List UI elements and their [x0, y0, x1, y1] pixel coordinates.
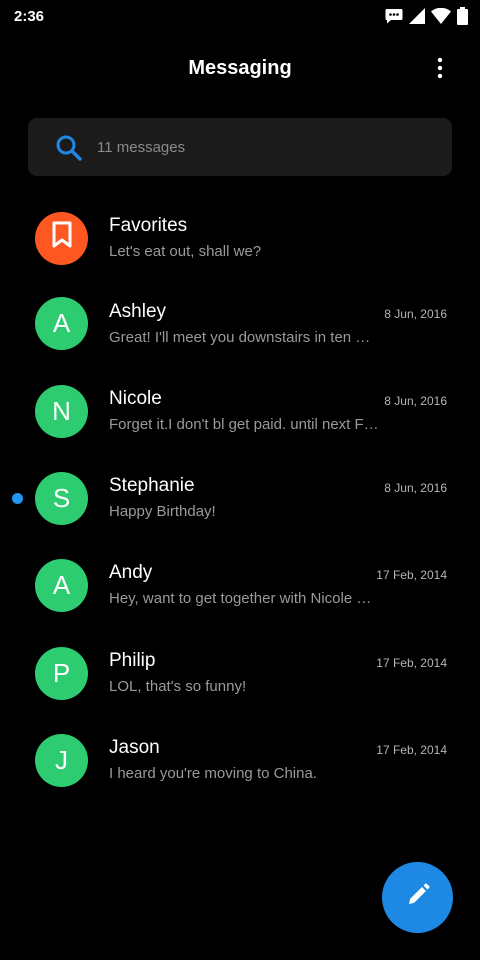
avatar: A: [35, 297, 88, 350]
avatar: S: [35, 472, 88, 525]
conversation-name: Favorites: [109, 215, 188, 236]
conversation-row-nicole[interactable]: N Nicole 8 Jun, 2016 Forget it.I don't b…: [0, 370, 480, 457]
pencil-icon: [405, 882, 431, 913]
compose-button[interactable]: [382, 862, 453, 933]
conversation-date: 8 Jun, 2016: [384, 394, 447, 408]
conversation-name: Andy: [109, 562, 153, 583]
bookmark-icon: [51, 221, 73, 256]
message-notification-icon: [385, 8, 403, 24]
conversation-name: Ashley: [109, 301, 167, 322]
conversation-snippet: Let's eat out, shall we?: [109, 243, 262, 260]
unread-indicator: [12, 493, 23, 504]
conversation-row-stephanie[interactable]: S Stephanie 8 Jun, 2016 Happy Birthday!: [0, 457, 480, 544]
avatar: A: [35, 559, 88, 612]
conversation-date: 8 Jun, 2016: [384, 307, 447, 321]
conversation-row-jason[interactable]: J Jason 17 Feb, 2014 I heard you're movi…: [0, 719, 480, 806]
signal-icon: [409, 8, 425, 24]
avatar: P: [35, 647, 88, 700]
conversation-snippet: Hey, want to get together with Nicole …: [109, 590, 372, 607]
app-bar: Messaging: [0, 44, 480, 94]
status-bar: 2:36: [0, 0, 480, 34]
conversation-snippet: Forget it.I don't bl get paid. until nex…: [109, 416, 379, 433]
more-options-button[interactable]: [428, 56, 452, 82]
status-icons: [385, 7, 468, 25]
conversation-snippet: Happy Birthday!: [109, 503, 216, 520]
conversation-name: Nicole: [109, 388, 162, 409]
conversation-name: Philip: [109, 650, 156, 671]
conversation-date: 8 Jun, 2016: [384, 481, 447, 495]
status-time: 2:36: [14, 8, 45, 25]
conversation-name: Stephanie: [109, 475, 195, 496]
conversation-name: Jason: [109, 737, 160, 758]
conversation-row-andy[interactable]: A Andy 17 Feb, 2014 Hey, want to get tog…: [0, 544, 480, 631]
conversation-row-philip[interactable]: P Philip 17 Feb, 2014 LOL, that's so fun…: [0, 632, 480, 719]
search-input[interactable]: 11 messages: [97, 139, 185, 156]
wifi-icon: [431, 8, 451, 24]
avatar: J: [35, 734, 88, 787]
battery-icon: [457, 7, 468, 25]
more-vert-icon: [428, 57, 452, 86]
avatar: [35, 212, 88, 265]
avatar: N: [35, 385, 88, 438]
conversation-date: 17 Feb, 2014: [376, 656, 447, 670]
conversation-snippet: Great! I'll meet you downstairs in ten …: [109, 329, 371, 346]
conversation-row-favorites[interactable]: Favorites Let's eat out, shall we?: [0, 195, 480, 282]
conversation-snippet: I heard you're moving to China.: [109, 765, 317, 782]
conversation-date: 17 Feb, 2014: [376, 743, 447, 757]
conversation-date: 17 Feb, 2014: [376, 568, 447, 582]
conversation-snippet: LOL, that's so funny!: [109, 678, 247, 695]
page-title: Messaging: [188, 57, 292, 79]
conversation-row-ashley[interactable]: A Ashley 8 Jun, 2016 Great! I'll meet yo…: [0, 282, 480, 369]
search-icon: [55, 134, 83, 167]
search-bar[interactable]: 11 messages: [28, 118, 452, 176]
